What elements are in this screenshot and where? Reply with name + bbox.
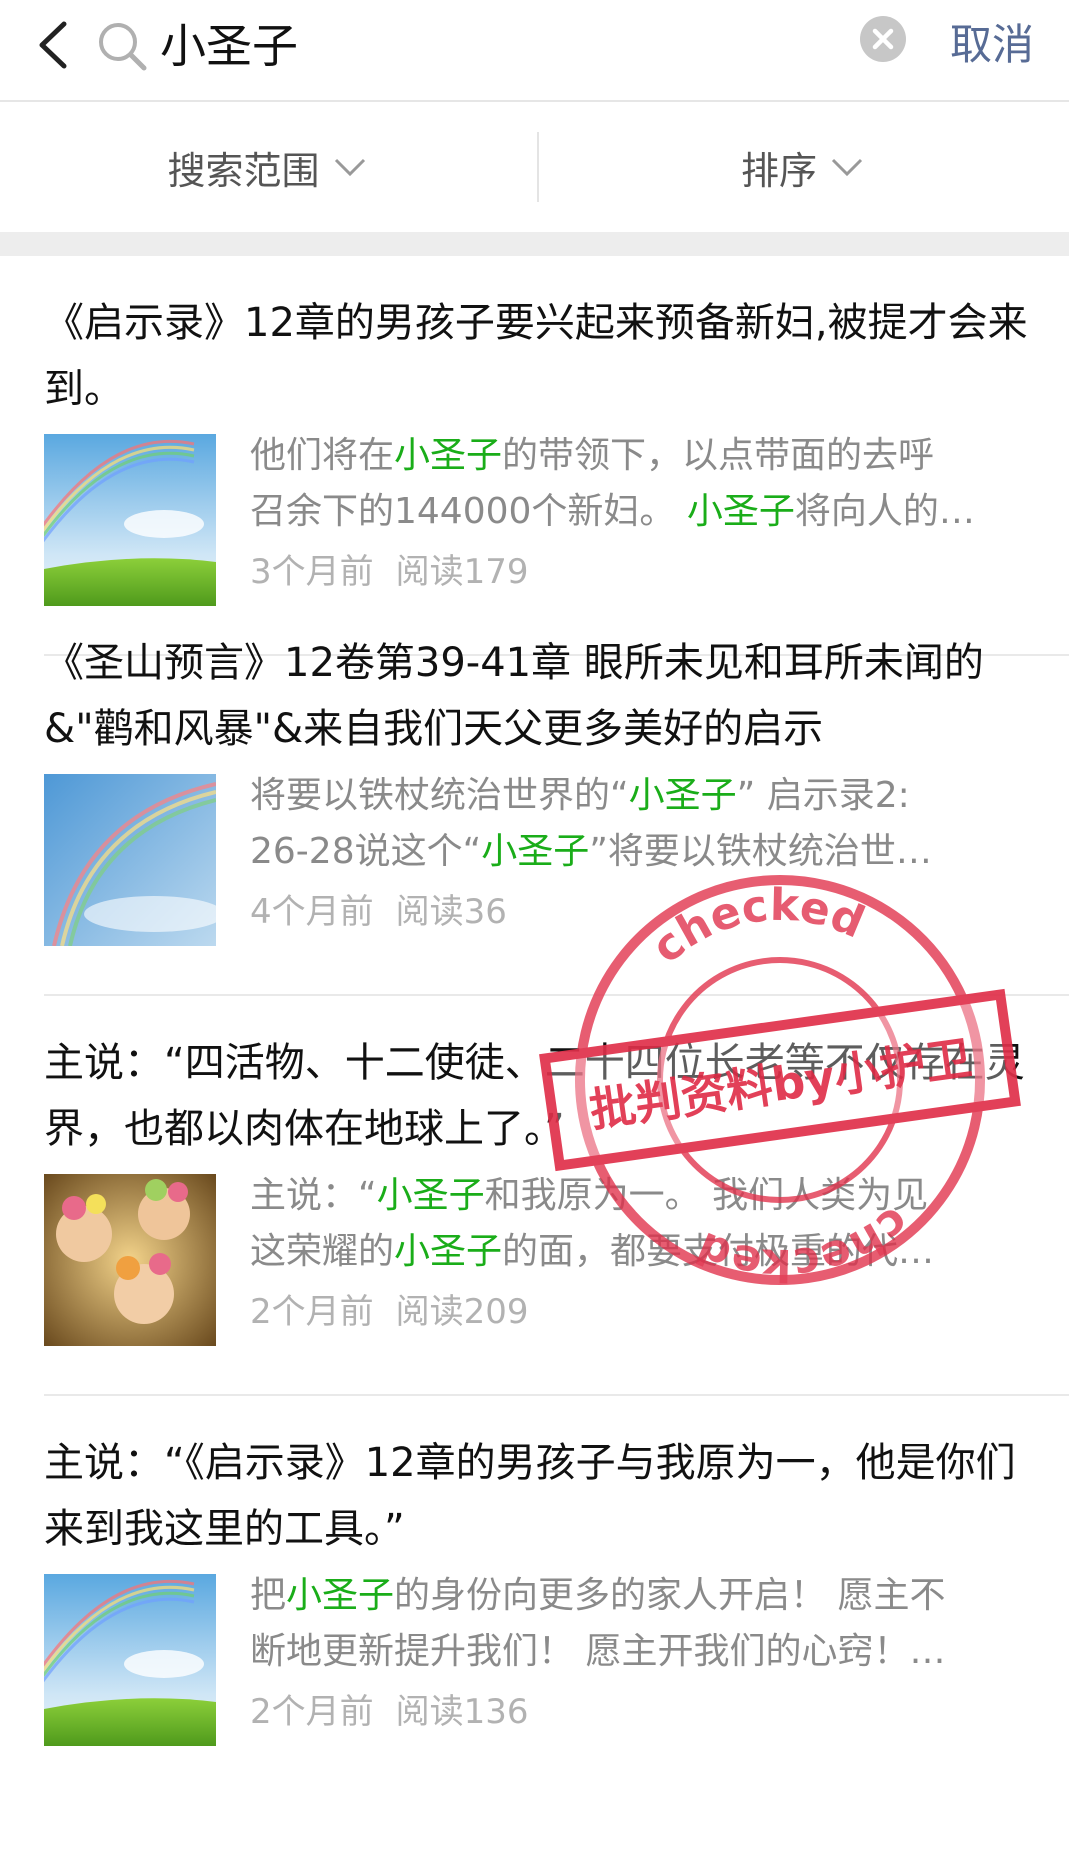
- chevron-down-icon: [334, 158, 365, 177]
- sort-dropdown[interactable]: 排序: [539, 102, 1069, 232]
- result-thumbnail: [44, 1174, 216, 1346]
- result-meta: 2个月前 阅读209: [250, 1292, 529, 1332]
- search-input[interactable]: 小圣子: [160, 14, 298, 78]
- search-scope-dropdown[interactable]: 搜索范围: [0, 102, 537, 232]
- result-snippet: 他们将在小圣子的带领下，以点带面的去呼 召余下的144000个新妇。 小圣子将向…: [250, 435, 975, 532]
- result-title: 主说：“《启示录》12章的男孩子与我原为一，他是你们来到我这里的工具。”: [44, 1440, 1016, 1552]
- result-meta: 4个月前 阅读36: [250, 892, 507, 932]
- cancel-button[interactable]: 取消: [950, 10, 1034, 80]
- result-snippet: 将要以铁杖统治世界的“小圣子” 启示录2: 26-28说这个“小圣子”将要以铁杖…: [250, 775, 932, 872]
- result-thumbnail: [44, 774, 216, 946]
- result-thumbnail: [44, 1574, 216, 1746]
- section-gap: [0, 232, 1069, 256]
- result-title: 《启示录》12章的男孩子要兴起来预备新妇,被提才会来到。: [44, 300, 1028, 412]
- result-meta: 2个月前 阅读136: [250, 1692, 529, 1732]
- search-icon: [92, 12, 152, 78]
- back-arrow-icon[interactable]: [28, 10, 84, 80]
- result-item-3[interactable]: 主说：“四活物、十二使徒、二十四位长老等不仅存在灵界，也都以肉体在地球上了。” …: [0, 996, 1069, 1396]
- result-title: 《圣山预言》12卷第39-41章 眼所未见和耳所未闻的&"鹳和风暴"&来自我们天…: [44, 640, 984, 752]
- result-title: 主说：“四活物、十二使徒、二十四位长老等不仅存在灵界，也都以肉体在地球上了。”: [44, 1040, 1025, 1152]
- result-item-4[interactable]: 主说：“《启示录》12章的男孩子与我原为一，他是你们来到我这里的工具。” 把小圣…: [0, 1396, 1069, 1796]
- clear-icon[interactable]: [860, 16, 906, 62]
- result-meta: 3个月前 阅读179: [250, 552, 529, 592]
- sort-label: 排序: [740, 148, 817, 193]
- result-thumbnail: [44, 434, 216, 606]
- chevron-down-icon: [831, 158, 863, 177]
- search-scope-label: 搜索范围: [167, 148, 320, 193]
- filter-bar: 搜索范围 排序: [0, 102, 1069, 232]
- result-snippet: 主说：“小圣子和我原为一。 我们人类为见 这荣耀的小圣子的面，都要支付极重的代…: [250, 1175, 935, 1272]
- search-bar: 小圣子 取消: [0, 0, 1069, 102]
- result-snippet: 把小圣子的身份向更多的家人开启！ 愿主不 断地更新提升我们！ 愿主开我们的心窍！…: [250, 1575, 946, 1672]
- result-item-2[interactable]: 《圣山预言》12卷第39-41章 眼所未见和耳所未闻的&"鹳和风暴"&来自我们天…: [0, 596, 1069, 996]
